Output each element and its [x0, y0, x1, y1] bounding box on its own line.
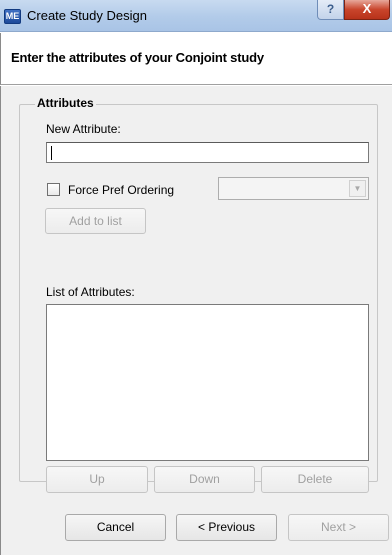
- new-attribute-label: New Attribute:: [46, 122, 121, 136]
- attributes-listbox[interactable]: [46, 304, 369, 461]
- header-instruction: Enter the attributes of your Conjoint st…: [11, 50, 264, 65]
- wizard-header: Enter the attributes of your Conjoint st…: [0, 33, 392, 85]
- dialog-body: Attributes New Attribute: Force Pref Ord…: [0, 86, 392, 555]
- force-pref-ordering-checkbox[interactable]: [47, 183, 60, 196]
- cancel-button[interactable]: Cancel: [65, 514, 166, 541]
- previous-button[interactable]: < Previous: [176, 514, 277, 541]
- list-of-attributes-label: List of Attributes:: [46, 285, 135, 299]
- close-button[interactable]: X: [344, 0, 390, 20]
- text-caret: [51, 146, 52, 160]
- attributes-group-label: Attributes: [35, 96, 96, 110]
- new-attribute-input[interactable]: [46, 142, 369, 163]
- delete-button[interactable]: Delete: [261, 466, 369, 493]
- app-icon: ME: [4, 9, 21, 24]
- next-button[interactable]: Next >: [288, 514, 389, 541]
- add-to-list-button[interactable]: Add to list: [45, 208, 146, 234]
- help-button[interactable]: ?: [317, 0, 344, 20]
- ordering-dropdown[interactable]: ▼: [218, 177, 369, 200]
- title-bar[interactable]: ME Create Study Design ? X: [0, 0, 392, 32]
- down-button[interactable]: Down: [154, 466, 255, 493]
- up-button[interactable]: Up: [46, 466, 148, 493]
- force-pref-ordering-label[interactable]: Force Pref Ordering: [68, 183, 174, 197]
- chevron-down-icon[interactable]: ▼: [349, 180, 366, 197]
- window-title: Create Study Design: [27, 8, 147, 23]
